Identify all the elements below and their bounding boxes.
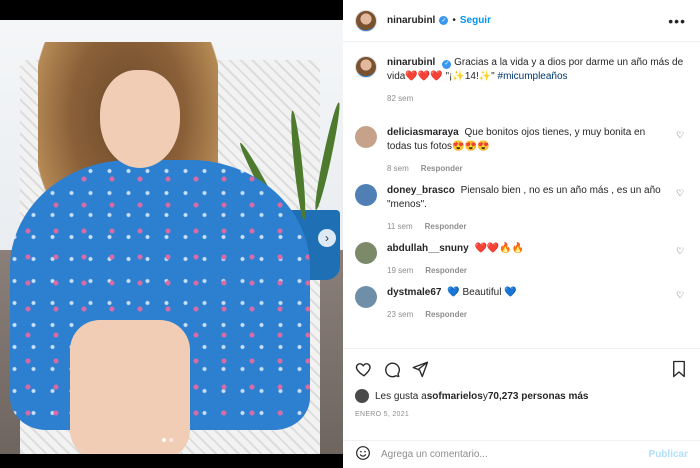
comment-time: 19 sem <box>387 266 414 275</box>
comment-avatar[interactable] <box>355 126 377 148</box>
post-date[interactable]: ENERO 5, 2021 <box>355 411 688 418</box>
smiley-icon[interactable] <box>355 445 371 464</box>
caption-row: ninarubinl ✓ Gracias a la vida y a dios p… <box>355 56 688 106</box>
comment-body: dystmale67 💙 Beautiful 💙 23 sem Responde… <box>387 286 670 322</box>
caption-tail: "¡✨14!✨" <box>442 71 498 82</box>
likes-count[interactable]: 70,273 personas más <box>488 391 589 402</box>
post-side-panel: ninarubinl ✓ • Seguir ••• ninarubinl ✓ Gr… <box>343 0 700 468</box>
comment-text: 💙 Beautiful 💙 <box>447 287 517 298</box>
comment-like-heart-icon[interactable]: ♡ <box>676 130 688 176</box>
comment-avatar[interactable] <box>355 242 377 264</box>
likes-prefix: Les gusta a <box>375 390 427 402</box>
comment-avatar[interactable] <box>355 286 377 308</box>
chevron-right-icon: › <box>325 231 329 245</box>
comment-username[interactable]: deliciasmaraya <box>387 127 459 138</box>
author-avatar[interactable] <box>355 9 377 32</box>
comment-time: 11 sem <box>387 222 413 231</box>
verified-badge-icon: ✓ <box>439 16 449 25</box>
comment-like-heart-icon[interactable]: ♡ <box>676 188 688 234</box>
comment-row: dystmale67 💙 Beautiful 💙 23 sem Responde… <box>355 286 688 322</box>
caption-username[interactable]: ninarubinl <box>387 57 435 68</box>
caption-time: 82 sem <box>387 94 414 103</box>
comment-input[interactable] <box>381 449 649 460</box>
verified-badge-icon: ✓ <box>442 59 452 69</box>
next-photo-button[interactable]: › <box>318 229 336 247</box>
comment-meta: 19 sem Responder <box>387 264 670 278</box>
publish-button[interactable]: Publicar <box>649 449 688 460</box>
follow-button[interactable]: Seguir <box>460 15 491 26</box>
liker-username[interactable]: sofmarielos <box>427 391 483 402</box>
add-comment-bar: Publicar <box>343 440 700 468</box>
reply-button[interactable]: Responder <box>421 162 463 176</box>
bookmark-icon[interactable] <box>670 360 688 378</box>
liker-avatar[interactable] <box>355 389 369 403</box>
comment-text: ❤️❤️🔥🔥 <box>474 243 525 254</box>
comment-like-heart-icon[interactable]: ♡ <box>676 290 688 322</box>
comment-body: doney_brasco Piensalo bien , no es un añ… <box>387 184 670 234</box>
instagram-post: › ninarubinl ✓ • Seguir ••• ninarubinl ✓ … <box>0 0 700 468</box>
more-options-icon[interactable]: ••• <box>668 13 686 29</box>
caption-body: ninarubinl ✓ Gracias a la vida y a dios p… <box>387 56 688 106</box>
comment-icon[interactable] <box>383 360 401 378</box>
comment-row: deliciasmaraya Que bonitos ojos tienes, … <box>355 126 688 176</box>
caption-avatar[interactable] <box>355 56 377 78</box>
comment-meta: 11 sem Responder <box>387 220 670 234</box>
comment-username[interactable]: abdullah__snuny <box>387 243 469 254</box>
photo-person-face <box>100 70 180 168</box>
comment-like-heart-icon[interactable]: ♡ <box>676 246 688 278</box>
likes-summary: Les gusta a sofmarielos y 70,273 persona… <box>355 389 688 403</box>
heart-icon[interactable] <box>355 360 373 378</box>
carousel-dot-active <box>162 438 166 442</box>
comment-meta: 23 sem Responder <box>387 308 670 322</box>
comment-body: deliciasmaraya Que bonitos ojos tienes, … <box>387 126 670 176</box>
action-icons <box>355 357 688 381</box>
comment-time: 23 sem <box>387 310 414 319</box>
carousel-dot <box>169 438 173 442</box>
author-username[interactable]: ninarubinl <box>387 15 435 26</box>
caption-meta: 82 sem <box>387 92 688 106</box>
comments-list[interactable]: ninarubinl ✓ Gracias a la vida y a dios p… <box>343 42 700 348</box>
reply-button[interactable]: Responder <box>425 308 467 322</box>
comment-row: abdullah__snuny ❤️❤️🔥🔥 19 sem Responder … <box>355 242 688 278</box>
comment-time: 8 sem <box>387 164 409 173</box>
carousel-dots <box>162 438 173 442</box>
reply-button[interactable]: Responder <box>425 220 467 234</box>
post-media: › <box>0 0 343 468</box>
post-photo[interactable] <box>0 20 343 454</box>
comment-username[interactable]: dystmale67 <box>387 287 441 298</box>
caption-hashtag[interactable]: #micumpleaños <box>498 71 568 82</box>
reply-button[interactable]: Responder <box>425 264 467 278</box>
caption-emoji: ❤️❤️❤️ <box>405 71 443 82</box>
post-header: ninarubinl ✓ • Seguir ••• <box>343 0 700 42</box>
comment-row: doney_brasco Piensalo bien , no es un añ… <box>355 184 688 234</box>
comment-body: abdullah__snuny ❤️❤️🔥🔥 19 sem Responder <box>387 242 670 278</box>
header-separator: • <box>452 15 456 26</box>
comment-avatar[interactable] <box>355 184 377 206</box>
photo-person-legs <box>70 320 190 454</box>
comment-meta: 8 sem Responder <box>387 162 670 176</box>
comment-username[interactable]: doney_brasco <box>387 185 455 196</box>
send-icon[interactable] <box>411 360 429 378</box>
